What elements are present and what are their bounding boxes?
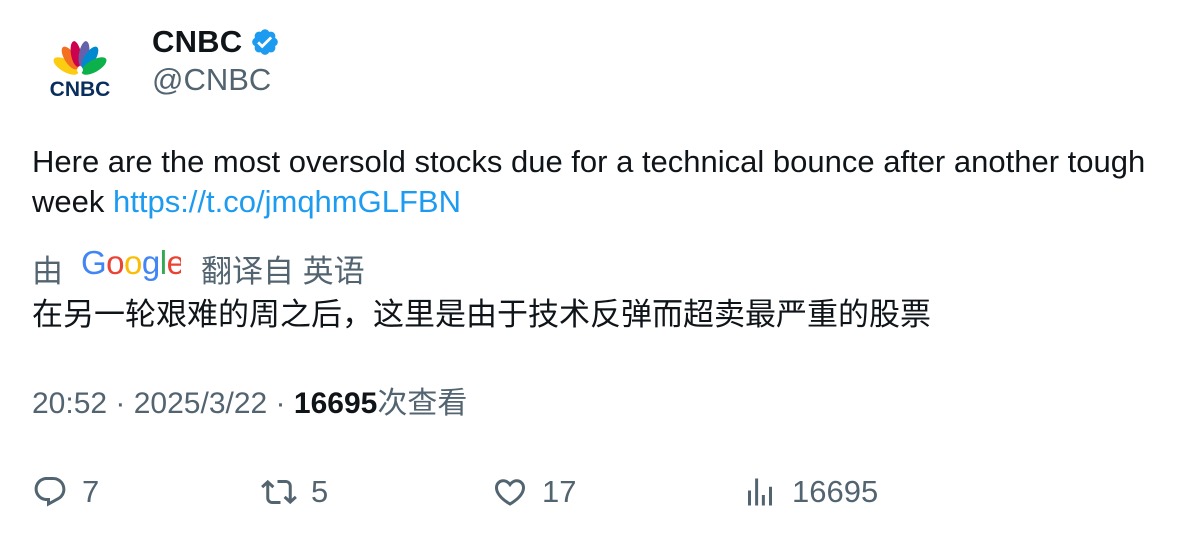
translation-prefix: 由: [32, 253, 63, 289]
svg-text:Google: Google: [81, 244, 181, 281]
translation-suffix: 翻译自 英语: [201, 253, 365, 289]
tweet-link[interactable]: https://t.co/jmqhmGLFBN: [113, 184, 461, 219]
views-count: 16695: [293, 387, 378, 420]
views-button[interactable]: 16695: [742, 466, 878, 518]
retweet-button[interactable]: 5: [261, 466, 328, 518]
tweet-date[interactable]: 2025/3/22: [134, 387, 267, 420]
author-name-row: CNBC: [152, 22, 280, 62]
analytics-icon: [748, 478, 772, 506]
meta-separator: ·: [267, 387, 294, 420]
cnbc-logo-icon: CNBC: [50, 41, 111, 101]
tweet-card: CNBC CNBC @CNBC Here are the most overso…: [0, 0, 1196, 538]
reply-icon: [34, 477, 66, 507]
tweet-time[interactable]: 20:52: [32, 387, 107, 420]
heart-icon: [494, 479, 526, 506]
like-button[interactable]: 17: [492, 466, 576, 518]
translated-text: 在另一轮艰难的周之后，这里是由于技术反弹而超卖最严重的股票: [32, 297, 931, 332]
tweet-meta: 20:52 · 2025/3/22 · 16695次查看: [32, 383, 467, 425]
tweet-actions: 7 5 17 16695: [0, 466, 1196, 518]
views-action-count: 16695: [792, 474, 879, 509]
google-logo-icon: Google: [81, 244, 185, 292]
author-display-name[interactable]: CNBC: [152, 24, 242, 60]
reply-button[interactable]: 7: [32, 466, 99, 518]
verified-badge-icon[interactable]: [250, 27, 280, 57]
svg-text:CNBC: CNBC: [50, 78, 111, 101]
reply-count: 7: [82, 474, 100, 509]
retweet-icon: [261, 479, 297, 505]
translation-attribution: 由 Google 翻译自 英语: [32, 244, 365, 292]
retweet-count: 5: [311, 474, 329, 509]
avatar[interactable]: CNBC: [30, 24, 130, 124]
meta-separator: ·: [107, 387, 134, 420]
views-label: 次查看: [377, 387, 468, 420]
tweet-text: Here are the most oversold stocks due fo…: [32, 142, 1162, 222]
like-count: 17: [542, 474, 577, 509]
author-handle[interactable]: @CNBC: [152, 62, 271, 98]
